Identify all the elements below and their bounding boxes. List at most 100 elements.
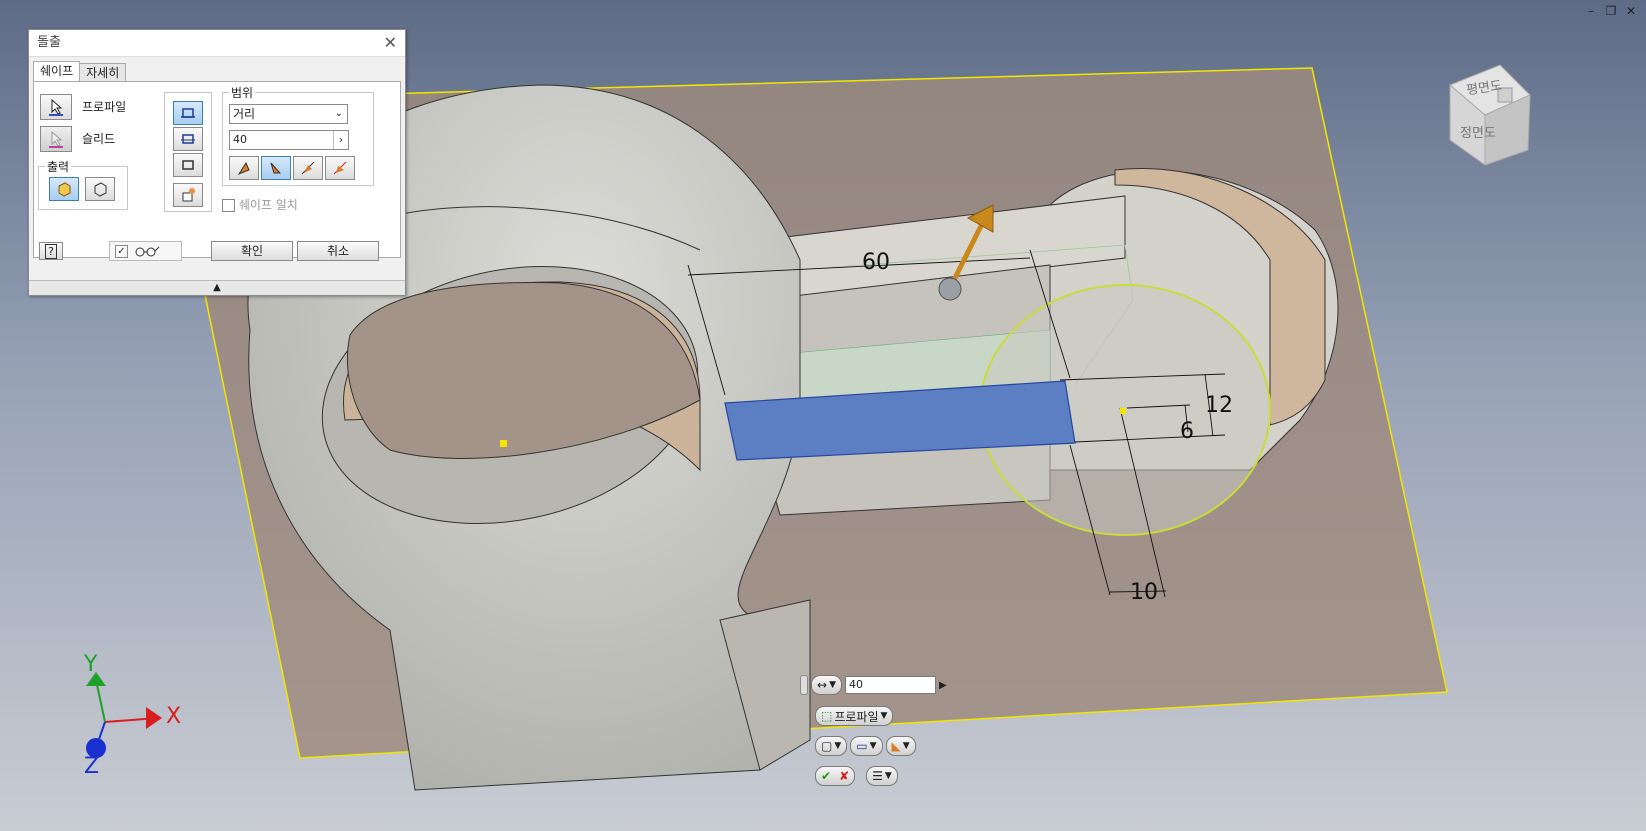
direction-icon: ◣ (891, 739, 901, 753)
ok-button[interactable]: 확인 (211, 241, 293, 261)
output-group: 출력 (38, 158, 128, 210)
axis-z-label: Z (84, 754, 100, 779)
mini-toolbar-distance: ↔ ▼ 40 ▶ (800, 675, 947, 695)
dropdown-arrow-icon: ▼ (869, 741, 877, 751)
direction-symmetric-icon (301, 161, 315, 175)
mini-operation-button[interactable]: ▭ ▼ (850, 736, 883, 756)
view-cube-front-label: 정면도 (1460, 126, 1496, 141)
operation-group (164, 92, 212, 212)
mini-menu-button[interactable]: ☰ ▼ (866, 766, 898, 786)
mini-profile-button[interactable]: ⬚ 프로파일 ▼ (815, 706, 894, 726)
mini-ok-button[interactable]: ✔ ✘ (815, 766, 856, 786)
cursor-icon-disabled (49, 130, 63, 148)
cursor-icon (49, 98, 63, 116)
extents-group-label: 범위 (229, 84, 256, 101)
surface-cube-icon (94, 182, 107, 197)
minimize-icon[interactable]: – (1584, 4, 1598, 18)
help-button[interactable]: ? (39, 242, 63, 260)
join-button[interactable] (173, 101, 203, 125)
restore-icon[interactable]: ❐ (1604, 4, 1618, 18)
axis-y-label: Y (84, 652, 98, 677)
join-icon (181, 108, 195, 118)
match-shape-option[interactable]: 쉐이프 일치 (222, 196, 298, 213)
solid-label: 슬리드 (82, 132, 116, 146)
list-icon: ☰ (872, 769, 883, 783)
axis-x-label: X (166, 704, 182, 729)
join-icon: ▭ (856, 739, 868, 753)
dimension-length[interactable]: 60 (862, 250, 890, 275)
mini-output-button[interactable]: ▢ ▼ (815, 736, 848, 756)
direction-default-button[interactable] (229, 156, 259, 180)
extrude-dialog: 돌출 ✕ 쉐이프 자세히 프로파일 슬리드 출력 범위 거리 ⌄ 40 › 쉐이… (28, 29, 406, 296)
mini-toolbar-confirm: ✔ ✘ ☰ ▼ (815, 766, 898, 786)
dialog-title: 돌출 (37, 35, 61, 50)
direction-flipped-icon (270, 162, 282, 174)
dialog-close-icon[interactable]: ✕ (384, 30, 397, 56)
dropdown-arrow-icon: ▼ (829, 680, 836, 690)
direction-flipped-button[interactable] (261, 156, 291, 180)
extent-type-value: 거리 (233, 107, 256, 121)
dimension-depth[interactable]: 10 (1130, 580, 1158, 605)
mini-toolbar-profile: ⬚ 프로파일 ▼ (815, 706, 894, 726)
mini-direction-button[interactable]: ◣ ▼ (885, 736, 916, 756)
extent-type-select[interactable]: 거리 ⌄ (229, 104, 348, 124)
direction-asymmetric-icon (333, 161, 347, 175)
mini-distance-input[interactable]: 40 (844, 676, 936, 694)
output-solid-button[interactable] (49, 177, 79, 201)
surface-icon: ▢ (821, 739, 833, 753)
profile-select-icon: ⬚ (821, 709, 833, 723)
chevron-down-icon: ⌄ (334, 108, 343, 119)
distance-mode-icon: ↔ (817, 678, 828, 692)
preview-toggle[interactable]: ✓ (109, 241, 182, 261)
new-solid-button[interactable] (173, 183, 203, 207)
dialog-tabs: 쉐이프 자세히 (33, 61, 127, 82)
view-cube[interactable]: 평면도 정면도 (1430, 60, 1540, 173)
solid-cube-icon (58, 182, 71, 197)
profile-label: 프로파일 (82, 100, 127, 114)
help-icon: ? (45, 243, 57, 259)
mini-profile-label: 프로파일 (834, 709, 879, 724)
intersect-button[interactable] (173, 153, 203, 177)
mini-distance-arrow[interactable]: ▶ (939, 680, 947, 691)
chevron-right-icon[interactable]: › (333, 131, 348, 149)
direction-symmetric-button[interactable] (293, 156, 323, 180)
window-controls: – ❐ ✕ (1584, 4, 1638, 18)
new-solid-icon (182, 188, 195, 202)
dropdown-arrow-icon: ▼ (880, 711, 888, 721)
output-surface-button[interactable] (85, 177, 115, 201)
match-shape-checkbox[interactable] (222, 199, 235, 212)
hole-center-point[interactable] (500, 440, 507, 447)
match-shape-label: 쉐이프 일치 (238, 198, 298, 212)
solid-select-button[interactable] (40, 126, 72, 152)
direction-default-icon (237, 161, 250, 176)
mini-toolbar-grip[interactable] (800, 675, 808, 695)
cross-icon: ✘ (839, 769, 850, 783)
dialog-collapse-bar[interactable]: ▲ (29, 280, 405, 295)
check-icon: ✔ (821, 769, 832, 783)
close-window-icon[interactable]: ✕ (1624, 4, 1638, 18)
dialog-titlebar[interactable]: 돌출 ✕ (29, 30, 405, 57)
cancel-button[interactable]: 취소 (297, 241, 379, 261)
mini-toolbar-options: ▢ ▼ ▭ ▼ ◣ ▼ (815, 736, 916, 756)
extents-group: 범위 거리 ⌄ 40 › (222, 84, 374, 186)
dropdown-arrow-icon: ▼ (902, 741, 910, 751)
preview-checkbox[interactable]: ✓ (115, 244, 128, 258)
circle-center-point[interactable] (1120, 408, 1126, 414)
dropdown-arrow-icon: ▼ (834, 741, 842, 751)
dimension-height[interactable]: 12 (1205, 393, 1233, 418)
profile-select-button[interactable] (40, 94, 72, 120)
direction-asymmetric-button[interactable] (325, 156, 355, 180)
tab-more[interactable]: 자세히 (79, 63, 127, 82)
dimension-offset[interactable]: 6 (1180, 419, 1194, 444)
distance-value: 40 (233, 133, 247, 146)
output-group-label: 출력 (45, 158, 72, 175)
cut-icon (181, 134, 195, 144)
distance-input[interactable]: 40 › (229, 130, 349, 150)
distance-mode-button[interactable]: ↔ ▼ (811, 675, 842, 695)
direction-arrow-handle[interactable] (938, 277, 962, 301)
tab-shape[interactable]: 쉐이프 (33, 61, 81, 82)
collapse-icon: ▲ (213, 282, 221, 293)
glasses-icon (135, 246, 160, 257)
dropdown-arrow-icon: ▼ (884, 771, 892, 781)
cut-button[interactable] (173, 127, 203, 151)
